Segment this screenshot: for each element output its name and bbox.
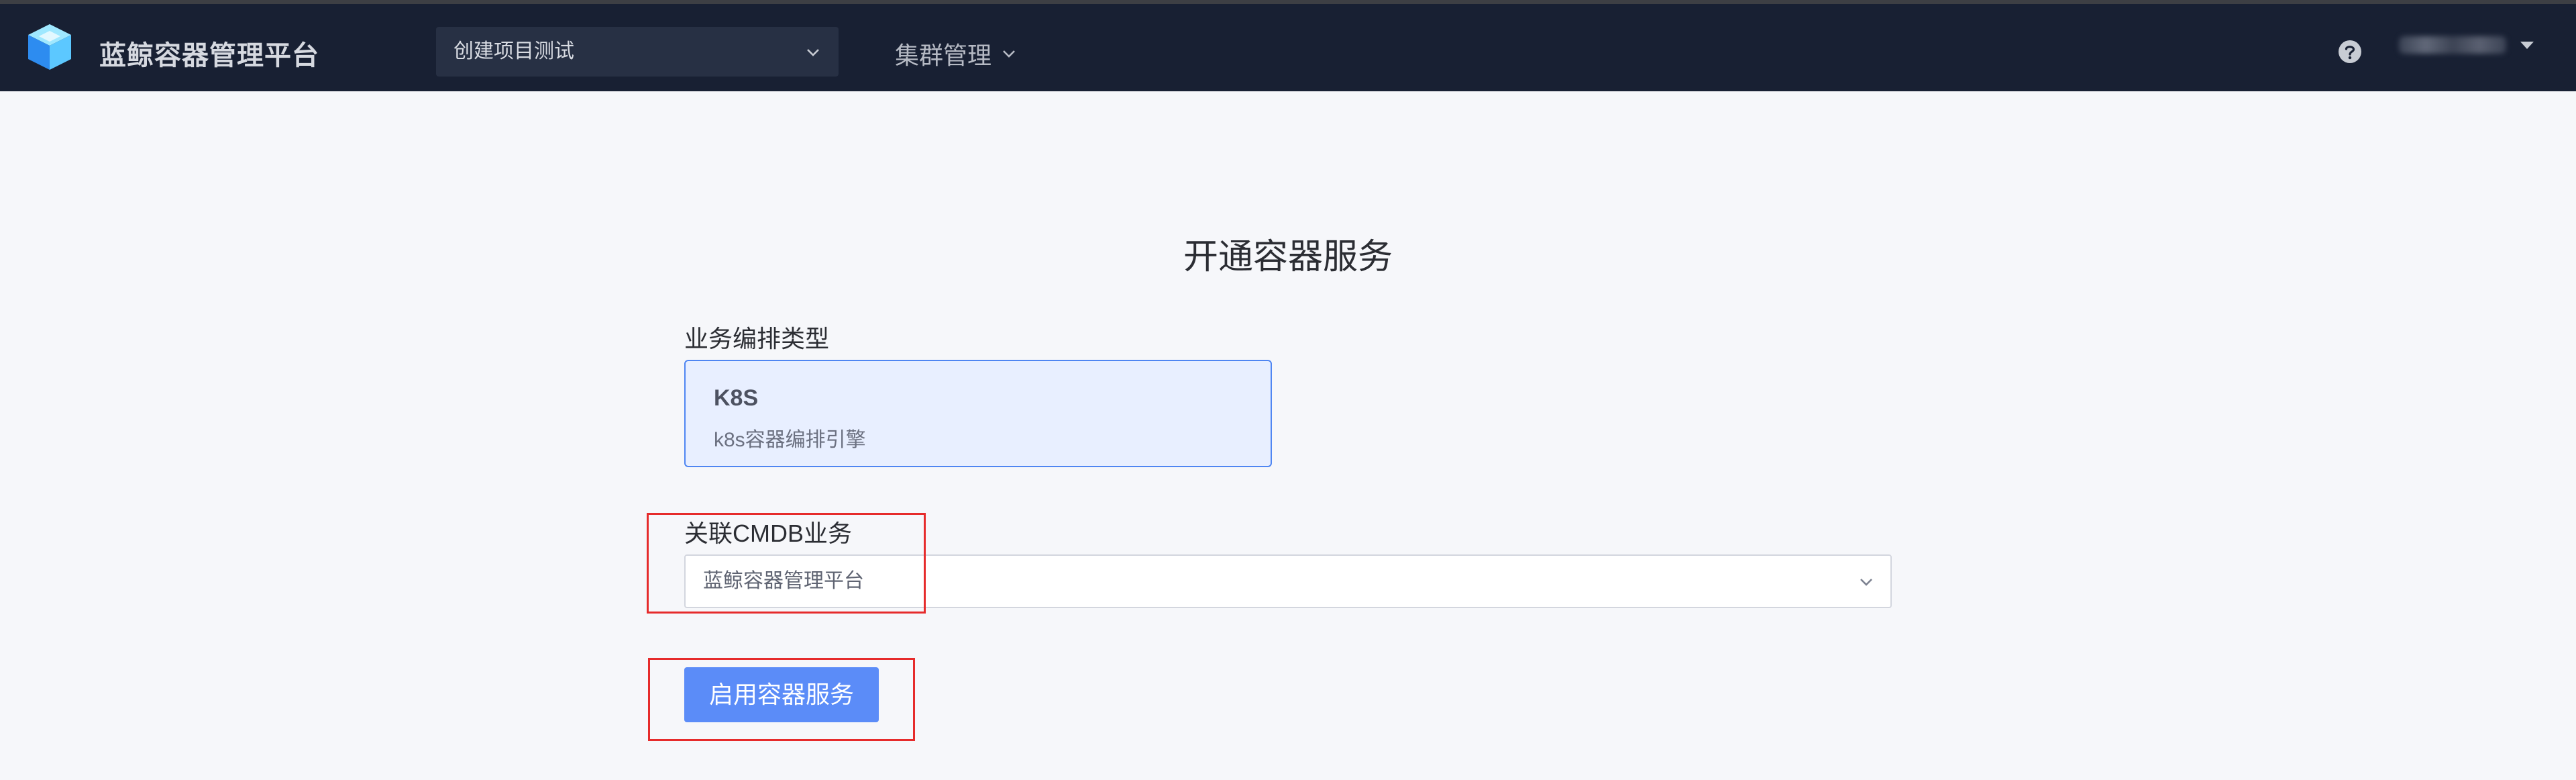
nav-cluster-label: 集群管理 <box>895 42 992 69</box>
chevron-down-icon <box>807 49 819 56</box>
highlight-box-enable-button <box>648 658 915 741</box>
caret-down-icon <box>2520 42 2534 49</box>
user-menu[interactable] <box>2399 36 2536 54</box>
page-title: 开通容器服务 <box>1183 238 1393 277</box>
highlight-box-cmdb <box>647 513 926 614</box>
cube-logo-icon[interactable] <box>24 21 75 72</box>
help-icon[interactable] <box>2337 39 2363 64</box>
chevron-down-icon <box>1860 579 1872 586</box>
k8s-option-card[interactable]: K8S k8s容器编排引擎 <box>684 360 1272 467</box>
project-select-value: 创建项目测试 <box>453 40 574 62</box>
user-name-redacted <box>2399 36 2506 54</box>
top-navigation-bar: 蓝鲸容器管理平台 创建项目测试 集群管理 <box>0 0 2576 91</box>
platform-brand-name[interactable]: 蓝鲸容器管理平台 <box>99 34 319 72</box>
nav-cluster-management[interactable]: 集群管理 <box>895 36 1018 71</box>
k8s-option-description: k8s容器编排引擎 <box>714 429 866 451</box>
orchestration-type-label: 业务编排类型 <box>684 325 830 352</box>
project-select[interactable]: 创建项目测试 <box>436 27 839 77</box>
k8s-option-title: K8S <box>714 385 759 411</box>
chevron-down-icon <box>1003 50 1015 58</box>
